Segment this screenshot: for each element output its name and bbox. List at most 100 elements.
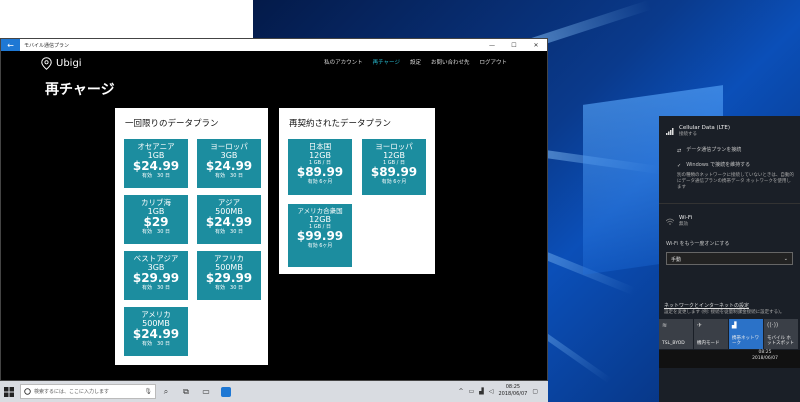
- nav-contact[interactable]: お問い合わせ先: [431, 58, 470, 66]
- search-icon[interactable]: ⌕: [156, 381, 176, 402]
- plan-validity: 有効 30 日: [215, 173, 243, 179]
- plan-region: アフリカ: [214, 254, 244, 263]
- signal-icon: ▟: [732, 322, 737, 329]
- plan-data: 12GB: [309, 151, 331, 160]
- clock-time: 08:25: [505, 384, 521, 390]
- airplane-icon: ✈: [697, 322, 703, 329]
- nav-links: 私のアカウント 再チャージ 設定 お問い合わせ先 ログアウト: [324, 58, 507, 66]
- connect-plan-option[interactable]: ⇄ データ通信プランを接続: [677, 147, 741, 154]
- taskbar-clock[interactable]: 08:25 2018/06/07: [499, 384, 528, 398]
- back-button[interactable]: ←: [1, 39, 20, 51]
- plan-card-europe[interactable]: ヨーロッパ 3GB $24.99 有効 30 日: [197, 139, 261, 188]
- location-pin-icon: [41, 56, 52, 70]
- plan-card-usa[interactable]: アメリカ合衆国 12GB 1 GB / 日 $99.99 有効 6ヶ月: [288, 204, 352, 267]
- wifi-mode-dropdown[interactable]: 手動 ⌄: [666, 252, 793, 265]
- plan-region: 日本国: [308, 142, 332, 151]
- nav-settings[interactable]: 設定: [410, 58, 421, 66]
- keep-connected-label: Windows で接続を維持する: [686, 162, 751, 168]
- wifi-item[interactable]: Wi-Fi 無効: [666, 215, 692, 227]
- tile-mobile-hotspot[interactable]: ((·)) モバイル ホットスポット: [764, 319, 798, 349]
- plan-validity: 有効 6ヶ月: [307, 179, 333, 185]
- plan-region: ベストアジア: [133, 254, 179, 263]
- microphone-icon[interactable]: 🎙: [144, 388, 152, 395]
- app-window: ← モバイル通信プラン — ☐ ✕ Ubigi 私のアカウント 再チャージ 設定…: [0, 38, 548, 381]
- nav-recharge[interactable]: 再チャージ: [373, 58, 400, 66]
- brand-name: Ubigi: [56, 57, 82, 69]
- plan-region: アメリカ: [141, 310, 171, 319]
- tile-tsl-byod[interactable]: ≋ TSL_BYOD: [659, 319, 693, 349]
- notification-icon[interactable]: ▢: [532, 388, 538, 395]
- keep-connected-option[interactable]: ✓ Windows で接続を維持する: [677, 162, 750, 169]
- tablet-clock: 08:25 2018/06/07: [752, 350, 778, 362]
- file-explorer-icon[interactable]: ▭: [196, 381, 216, 402]
- battery-icon[interactable]: ▭: [469, 388, 475, 395]
- volume-icon[interactable]: ◁: [489, 388, 494, 395]
- plan-data: 12GB: [309, 215, 331, 224]
- taskbar-search[interactable]: 検索するには、ここに入力します 🎙: [20, 384, 156, 399]
- plan-card-europe-recurring[interactable]: ヨーロッパ 12GB 1 GB / 日 $89.99 有効 6ヶ月: [362, 139, 426, 195]
- divider: [659, 203, 800, 204]
- plan-validity: 有効 30 日: [142, 285, 170, 291]
- wifi-mode-value: 手動: [671, 257, 682, 263]
- tile-label: 機内モード: [697, 341, 720, 346]
- connect-plan-label: データ通信プランを接続: [686, 147, 742, 153]
- wifi-icon: [666, 218, 674, 225]
- plan-validity: 有効 6ヶ月: [381, 179, 407, 185]
- quick-action-tiles: ≋ TSL_BYOD ✈ 機内モード ▟ 携帯ネットワーク ((·)) モバイル…: [659, 319, 800, 349]
- plan-card-japan[interactable]: 日本国 12GB 1 GB / 日 $89.99 有効 6ヶ月: [288, 139, 352, 195]
- network-icon[interactable]: ▟: [479, 388, 484, 395]
- network-settings-link[interactable]: ネットワークとインターネットの設定: [664, 302, 749, 309]
- plan-price: $24.99: [132, 159, 180, 173]
- plan-price: $29.99: [205, 271, 253, 285]
- plan-card-africa[interactable]: アフリカ 500MB $29.99 有効 30 日: [197, 251, 261, 300]
- task-view-icon[interactable]: ⧉: [176, 381, 196, 402]
- plan-validity: 有効 6ヶ月: [307, 243, 333, 249]
- plan-price: $24.99: [132, 327, 180, 341]
- plan-price: $29: [143, 215, 169, 229]
- plan-price: $24.99: [205, 215, 253, 229]
- wifi-status: 無効: [679, 222, 688, 227]
- tile-cellular[interactable]: ▟ 携帯ネットワーク: [729, 319, 763, 349]
- title-bar: ← モバイル通信プラン — ☐ ✕: [1, 39, 547, 51]
- back-arrow-icon: ←: [7, 40, 14, 50]
- plan-card-oceania[interactable]: オセアニア 1GB $24.99 有効 30 日: [124, 139, 188, 188]
- plan-region: アジア: [217, 198, 241, 207]
- page-title: 再チャージ: [45, 82, 115, 98]
- taskbar: 検索するには、ここに入力します 🎙 ⌕ ⧉ ▭ ^ ▭ ▟ ◁ 08:25 20…: [0, 381, 548, 402]
- chevron-up-icon[interactable]: ^: [459, 388, 464, 395]
- system-tray: ^ ▭ ▟ ◁ 08:25 2018/06/07 ▢: [459, 384, 538, 398]
- plan-card-asia[interactable]: アジア 500MB $24.99 有効 30 日: [197, 195, 261, 244]
- plan-price: $89.99: [296, 165, 344, 179]
- close-button[interactable]: ✕: [525, 42, 547, 49]
- search-placeholder: 検索するには、ここに入力します: [34, 389, 110, 395]
- start-button[interactable]: [0, 381, 18, 402]
- nav-my-account[interactable]: 私のアカウント: [324, 58, 363, 66]
- minimize-button[interactable]: —: [481, 42, 503, 49]
- plan-data: 12GB: [383, 151, 405, 160]
- cellular-item[interactable]: Cellular Data (LTE) 接続する: [666, 125, 730, 137]
- plan-card-america[interactable]: アメリカ 500MB $24.99 有効 30 日: [124, 307, 188, 356]
- plan-icon: ⇄: [677, 147, 682, 154]
- action-center: Cellular Data (LTE) 接続する ⇄ データ通信プランを接続 ✓…: [659, 116, 800, 402]
- brand-logo[interactable]: Ubigi: [41, 56, 82, 70]
- recurring-plans-panel: 再契約されたデータプラン 日本国 12GB 1 GB / 日 $89.99 有効…: [279, 108, 435, 274]
- tile-label: 携帯ネットワーク: [732, 336, 759, 346]
- plan-card-caribbean[interactable]: カリブ海 1GB $29 有効 30 日: [124, 195, 188, 244]
- plan-region: ヨーロッパ: [375, 142, 413, 151]
- plan-validity: 有効 30 日: [215, 229, 243, 235]
- cortana-icon: [24, 388, 31, 395]
- maximize-button[interactable]: ☐: [503, 42, 525, 49]
- chevron-down-icon: ⌄: [783, 256, 788, 262]
- panel-title: 一回限りのデータプラン: [125, 119, 219, 129]
- tile-airplane-mode[interactable]: ✈ 機内モード: [694, 319, 728, 349]
- plan-validity: 有効 30 日: [142, 173, 170, 179]
- cellular-note: 別の種類のネットワークに接続していないときは、自動的にデータ通信プランの携帯デー…: [677, 173, 794, 190]
- tile-label: TSL_BYOD: [662, 341, 685, 346]
- plan-card-best-asia[interactable]: ベストアジア 3GB $29.99 有効 30 日: [124, 251, 188, 300]
- one-time-plans-panel: 一回限りのデータプラン オセアニア 1GB $24.99 有効 30 日 ヨーロ…: [115, 108, 268, 365]
- plan-validity: 有効 30 日: [215, 285, 243, 291]
- app-taskbar-icon[interactable]: [216, 381, 236, 402]
- plan-region: カリブ海: [141, 198, 171, 207]
- nav-logout[interactable]: ログアウト: [479, 58, 507, 66]
- plan-price: $89.99: [370, 165, 418, 179]
